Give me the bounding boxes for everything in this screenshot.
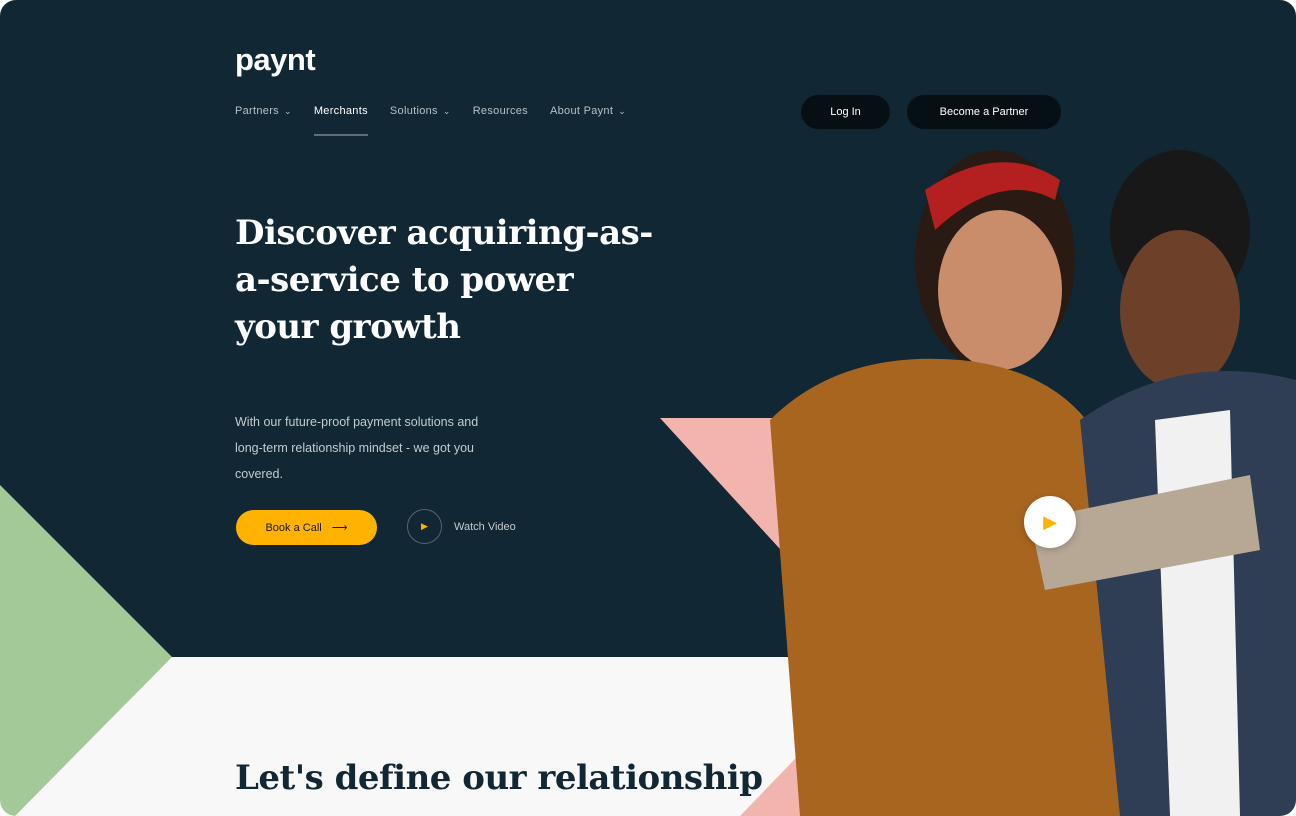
page: paynt Partners ⌄ Merchants Solutions ⌄ Res…	[0, 0, 1296, 816]
book-call-button[interactable]: Book a Call ⟶	[236, 510, 377, 545]
nav-label: Partners	[235, 105, 279, 117]
book-call-label: Book a Call	[265, 521, 322, 534]
watch-video-button[interactable]: ▶ Watch Video	[407, 509, 516, 544]
nav-partners[interactable]: Partners ⌄	[235, 105, 292, 117]
paynt-logo[interactable]: paynt	[235, 42, 316, 78]
become-partner-button[interactable]: Become a Partner	[907, 95, 1061, 129]
chevron-down-icon: ⌄	[442, 105, 451, 116]
arrow-right-icon: ⟶	[331, 522, 348, 534]
chevron-down-icon: ⌄	[618, 105, 627, 116]
nav-merchants[interactable]: Merchants	[313, 105, 368, 136]
nav-about[interactable]: About Paynt ⌄	[550, 105, 626, 117]
nav-resources[interactable]: Resources	[473, 105, 528, 117]
hero-title: Discover acquiring-as-a-service to power…	[235, 213, 653, 347]
nav-label: Solutions	[389, 105, 438, 117]
watch-video-label: Watch Video	[454, 520, 516, 533]
nav-label: Merchants	[313, 105, 368, 117]
nav-label: Resources	[472, 105, 528, 117]
nav-solutions[interactable]: Solutions ⌄	[390, 105, 451, 117]
green-triangle	[0, 485, 172, 816]
login-button[interactable]: Log In	[801, 95, 890, 129]
hero-photo-people	[770, 150, 1296, 816]
section-title: Let's define our relationship	[235, 758, 763, 798]
main-nav: Partners ⌄ Merchants Solutions ⌄ Resources…	[235, 105, 626, 136]
chevron-down-icon: ⌄	[283, 105, 292, 116]
play-icon: ▶	[407, 509, 442, 544]
nav-label: About Paynt	[549, 105, 614, 117]
hero-subtitle: With our future-proof payment solutions …	[235, 415, 479, 481]
video-play-button[interactable]: ▶	[1024, 496, 1076, 548]
